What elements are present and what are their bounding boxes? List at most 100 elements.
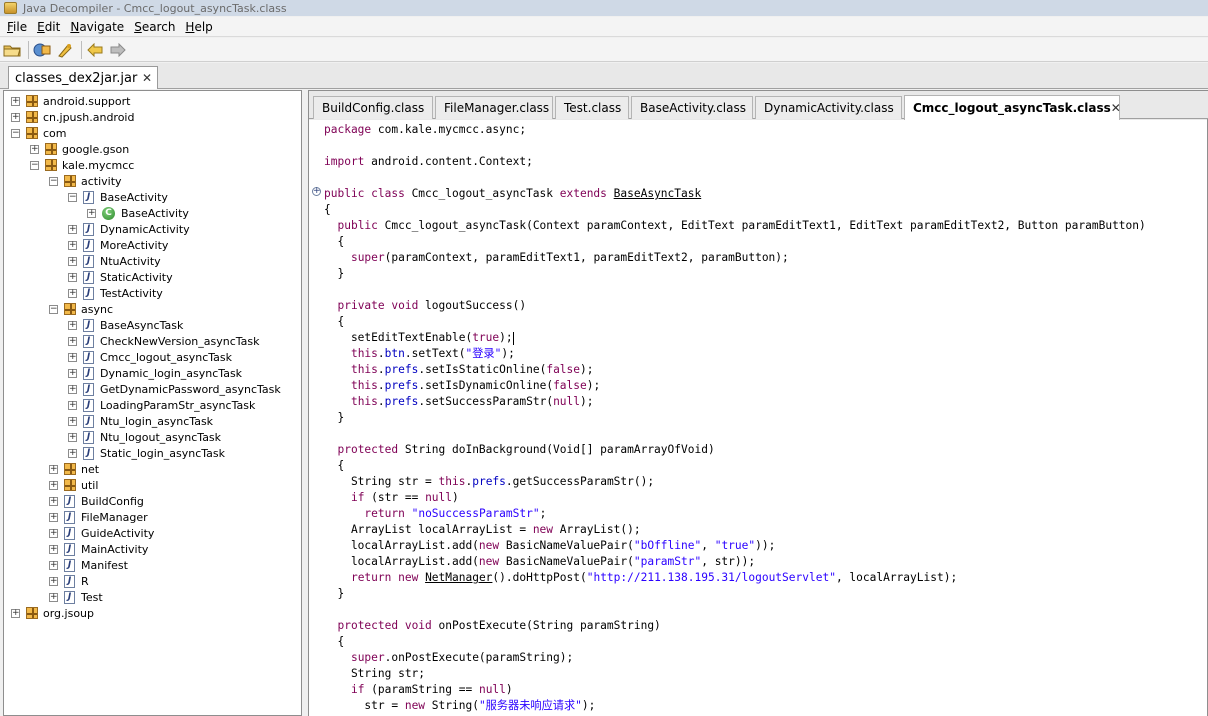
tree-item[interactable]: + J MoreActivity [68,237,168,253]
java-file-icon: J [64,526,75,540]
tree-item[interactable]: + J Test [49,589,103,605]
collapse-icon[interactable]: − [30,160,39,170]
expand-icon[interactable]: + [49,480,58,490]
expand-icon[interactable]: + [68,432,77,442]
open-folder-icon[interactable] [2,41,22,59]
code-view[interactable]: + package com.kale.mycmcc.async; import a… [309,120,1207,716]
expand-icon[interactable]: + [68,288,77,298]
expand-icon[interactable]: + [68,336,77,346]
tree-item-label: Ntu_login_asyncTask [100,414,214,428]
expand-icon[interactable]: + [49,592,58,602]
collapse-icon[interactable]: − [49,304,58,314]
expand-icon[interactable]: + [87,208,96,218]
code-line: super.onPostExecute(paramString); [350,651,574,664]
tree-item[interactable]: + org.jsoup [11,605,94,621]
tree-item[interactable]: + C BaseActivity [87,205,189,221]
expand-icon[interactable]: + [11,608,20,618]
open-type-icon[interactable] [32,41,52,59]
tree-item[interactable]: + J Ntu_login_asyncTask [68,413,213,429]
tree-item[interactable]: + J Manifest [49,557,128,573]
tree-item[interactable]: + net [49,461,99,477]
tree-item[interactable]: + cn.jpush.android [11,109,134,125]
tree-item[interactable]: + J GuideActivity [49,525,154,541]
menu-edit[interactable]: Edit [32,20,65,34]
tree-item[interactable]: + J Static_login_asyncTask [68,445,225,461]
collapse-icon[interactable]: − [68,192,77,202]
expand-icon[interactable]: + [11,96,20,106]
tree-item[interactable]: + J DynamicActivity [68,221,190,237]
tree-item[interactable]: + google.gson [30,141,129,157]
back-arrow-icon[interactable] [85,41,105,59]
expand-import-icon[interactable]: + [312,187,321,196]
expand-icon[interactable]: + [49,528,58,538]
expand-icon[interactable]: + [68,224,77,234]
expand-icon[interactable]: + [30,144,39,154]
tree-item[interactable]: + J BuildConfig [49,493,144,509]
close-icon[interactable]: ✕ [142,71,152,85]
tree-item[interactable]: + J GetDynamicPassword_asyncTask [68,381,281,397]
tree-item[interactable]: + J StaticActivity [68,269,173,285]
expand-icon[interactable]: + [68,272,77,282]
close-icon[interactable]: ✕ [1111,101,1121,115]
tree-item[interactable]: − async [49,301,113,317]
class-tab[interactable]: DynamicActivity.class [755,96,902,119]
class-tab[interactable]: Cmcc_logout_asyncTask.class ✕ [904,95,1121,120]
tree-item-label: BaseAsyncTask [100,318,184,332]
expand-icon[interactable]: + [68,240,77,250]
class-tab[interactable]: Test.class [555,96,629,119]
expand-icon[interactable]: + [49,576,58,586]
menu-file[interactable]: File [2,20,32,34]
expand-icon[interactable]: + [68,256,77,266]
tree-item[interactable]: + J BaseAsyncTask [68,317,183,333]
tree-item[interactable]: − com [11,125,67,141]
class-tab[interactable]: FileManager.class [435,96,553,119]
forward-arrow-icon[interactable] [108,41,128,59]
code-line: { [324,235,345,248]
class-tab[interactable]: BuildConfig.class [313,96,433,119]
search-icon[interactable] [55,41,75,59]
expand-icon[interactable]: + [49,560,58,570]
expand-icon[interactable]: + [68,416,77,426]
expand-icon[interactable]: + [68,320,77,330]
menu-help[interactable]: Help [180,20,217,34]
tree-item-label: Test [81,590,103,604]
java-file-icon: J [83,446,94,460]
tree-item[interactable]: + J Ntu_logout_asyncTask [68,429,221,445]
tree-item[interactable]: + J Cmcc_logout_asyncTask [68,349,232,365]
expand-icon[interactable]: + [68,384,77,394]
tree-item[interactable]: + J NtuActivity [68,253,161,269]
menu-search[interactable]: Search [129,20,180,34]
tree-item[interactable]: − kale.mycmcc [30,157,134,173]
expand-icon[interactable]: + [68,368,77,378]
tree-item[interactable]: + J MainActivity [49,541,148,557]
expand-icon[interactable]: + [11,112,20,122]
tree-item[interactable]: + android.support [11,93,130,109]
expand-icon[interactable]: + [49,544,58,554]
tree-item[interactable]: − activity [49,173,122,189]
expand-icon[interactable]: + [68,352,77,362]
file-tab-classes-dex2jar[interactable]: classes_dex2jar.jar ✕ [8,66,158,89]
code-line: } [324,267,345,280]
expand-icon[interactable]: + [49,496,58,506]
tree-item[interactable]: + J R [49,573,89,589]
tree-item[interactable]: + J CheckNewVersion_asyncTask [68,333,260,349]
tree-item[interactable]: + J TestActivity [68,285,163,301]
expand-icon[interactable]: + [49,464,58,474]
tree-item[interactable]: + J FileManager [49,509,148,525]
expand-icon[interactable]: + [68,400,77,410]
expand-icon[interactable]: + [68,448,77,458]
tree-item[interactable]: + util [49,477,98,493]
class-tab[interactable]: BaseActivity.class [631,96,753,119]
tree-item[interactable]: − J BaseActivity [68,189,168,205]
collapse-icon[interactable]: − [11,128,20,138]
expand-icon[interactable]: + [49,512,58,522]
menu-navigate[interactable]: Navigate [65,20,129,34]
package-icon [26,111,38,123]
tree-item[interactable]: + J LoadingParamStr_asyncTask [68,397,255,413]
window-title: Java Decompiler - Cmcc_logout_asyncTask.… [23,1,287,15]
code-line: { [324,459,345,472]
tree-item[interactable]: + J Dynamic_login_asyncTask [68,365,242,381]
class-tab-label: BaseActivity.class [640,101,746,115]
tree-item-label: GetDynamicPassword_asyncTask [100,382,281,396]
collapse-icon[interactable]: − [49,176,58,186]
